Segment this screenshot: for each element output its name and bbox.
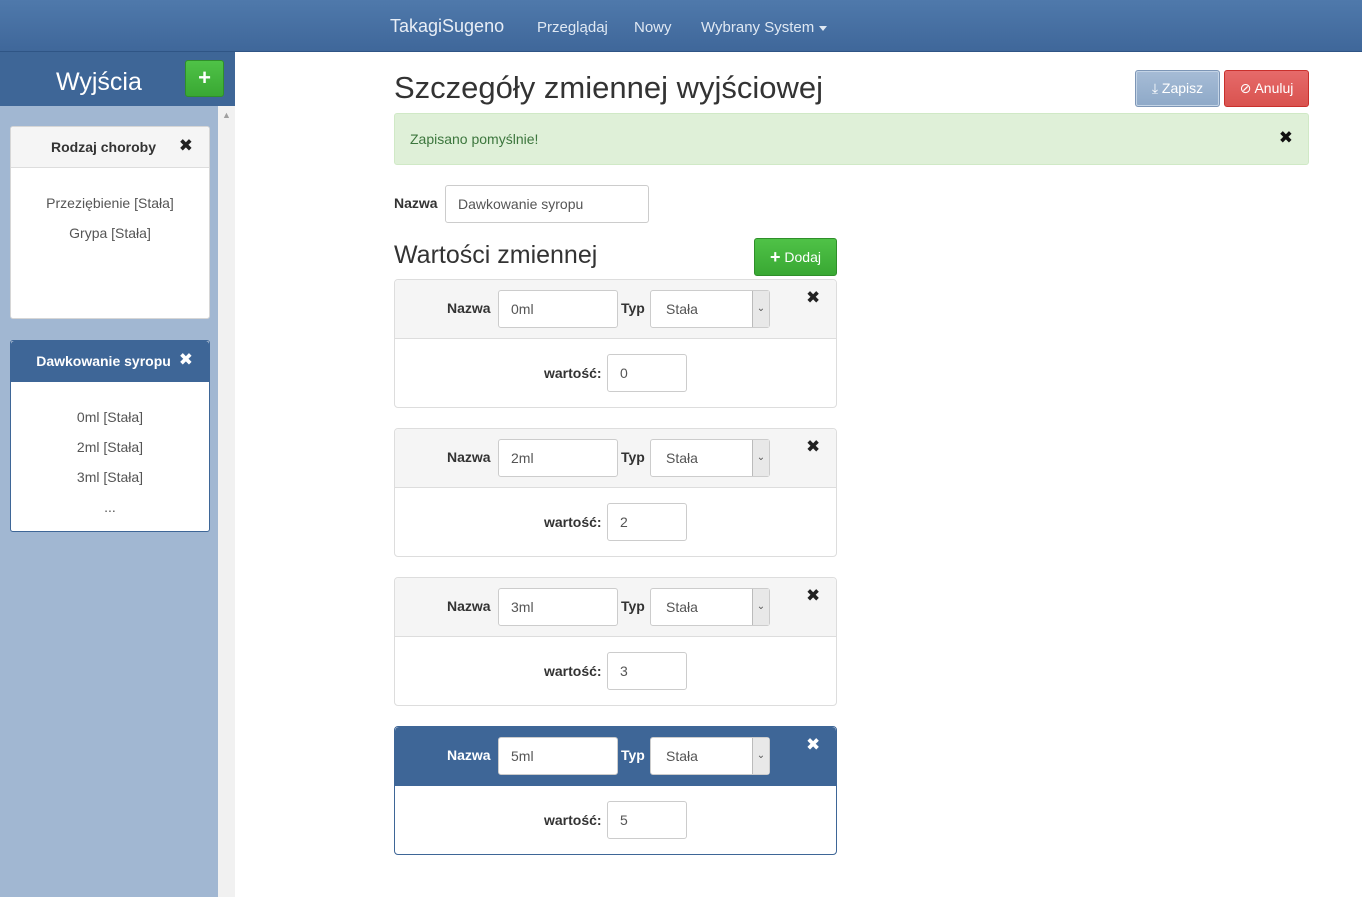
panel-header: Nazwa 5ml Typ Stała ⌄ ✖ bbox=[395, 727, 836, 786]
download-icon: ⤓ bbox=[1151, 80, 1159, 96]
page-title: Szczegóły zmiennej wyjściowej bbox=[394, 70, 823, 105]
name-label: Nazwa bbox=[394, 195, 438, 211]
nav-dropdown-system[interactable]: Wybrany System bbox=[701, 19, 828, 36]
name-label: Nazwa bbox=[447, 300, 491, 316]
nav-link-new[interactable]: Nowy bbox=[634, 19, 672, 36]
type-select-value: Stała bbox=[666, 748, 698, 764]
panel-header: Nazwa 0ml Typ Stała ⌄ ✖ bbox=[395, 280, 836, 339]
close-icon[interactable]: ✖ bbox=[806, 586, 820, 606]
name-label: Nazwa bbox=[447, 449, 491, 465]
close-icon[interactable]: ✖ bbox=[806, 735, 820, 755]
value-label: wartość: bbox=[544, 514, 602, 530]
panel-header: Nazwa 3ml Typ Stała ⌄ ✖ bbox=[395, 578, 836, 637]
nav-link-browse[interactable]: Przeglądaj bbox=[537, 19, 608, 36]
add-output-button[interactable]: + bbox=[185, 60, 224, 97]
close-icon[interactable]: ✖ bbox=[806, 437, 820, 457]
sidebar-title: Wyjścia bbox=[56, 68, 142, 96]
value-input[interactable]: 5 bbox=[607, 801, 687, 839]
type-select[interactable]: Stała ⌄ bbox=[650, 290, 770, 328]
name-label: Nazwa bbox=[447, 598, 491, 614]
value-label: wartość: bbox=[544, 365, 602, 381]
close-icon[interactable]: ✖ bbox=[806, 288, 820, 308]
output-card-dawkowanie-syropu[interactable]: Dawkowanie syropu ✖ 0ml [Stała] 2ml [Sta… bbox=[10, 340, 210, 532]
add-value-label: Dodaj bbox=[784, 249, 821, 265]
value-input[interactable]: 2 bbox=[607, 503, 687, 541]
type-select[interactable]: Stała ⌄ bbox=[650, 737, 770, 775]
variable-name-input[interactable]: Dawkowanie syropu bbox=[445, 185, 649, 223]
value-name-input[interactable]: 0ml bbox=[498, 290, 618, 328]
chevron-down-icon[interactable]: ⌄ bbox=[752, 291, 769, 327]
list-item[interactable]: 0ml [Stała] bbox=[11, 402, 209, 432]
value-name-input[interactable]: 5ml bbox=[498, 737, 618, 775]
plus-icon: + bbox=[770, 247, 781, 267]
type-label: Typ bbox=[621, 598, 645, 614]
close-icon[interactable]: ✖ bbox=[179, 136, 193, 156]
value-name-input[interactable]: 2ml bbox=[498, 439, 618, 477]
sidebar-scrollbar[interactable]: ▲ bbox=[218, 106, 235, 897]
chevron-down-icon[interactable]: ⌄ bbox=[752, 738, 769, 774]
card-header: Rodzaj choroby ✖ bbox=[11, 127, 209, 168]
success-alert: Zapisano pomyślnie! ✖ bbox=[394, 113, 1309, 165]
navbar: TakagiSugeno Przeglądaj Nowy Wybrany Sys… bbox=[0, 0, 1362, 52]
cancel-button[interactable]: ⊘ Anuluj bbox=[1224, 70, 1309, 107]
caret-down-icon bbox=[819, 25, 828, 31]
list-item[interactable]: 2ml [Stała] bbox=[11, 432, 209, 462]
save-button[interactable]: ⤓ Zapisz bbox=[1135, 70, 1220, 107]
value-panel-3[interactable]: Nazwa 5ml Typ Stała ⌄ ✖ wartość: 5 bbox=[394, 726, 837, 855]
list-item[interactable]: Przeziębienie [Stała] bbox=[11, 188, 209, 218]
add-value-button[interactable]: + Dodaj bbox=[754, 238, 837, 276]
type-select-value: Stała bbox=[666, 450, 698, 466]
type-select-value: Stała bbox=[666, 599, 698, 615]
type-select[interactable]: Stała ⌄ bbox=[650, 588, 770, 626]
sidebar-header: Wyjścia + bbox=[0, 52, 235, 106]
list-item[interactable]: Grypa [Stała] bbox=[11, 218, 209, 248]
value-panel-0[interactable]: Nazwa 0ml Typ Stała ⌄ ✖ wartość: 0 bbox=[394, 279, 837, 408]
values-section-title: Wartości zmiennej bbox=[394, 241, 598, 269]
nav-dropdown-label: Wybrany System bbox=[701, 19, 815, 36]
value-name-input[interactable]: 3ml bbox=[498, 588, 618, 626]
value-panel-2[interactable]: Nazwa 3ml Typ Stała ⌄ ✖ wartość: 3 bbox=[394, 577, 837, 706]
chevron-down-icon[interactable]: ⌄ bbox=[752, 589, 769, 625]
plus-icon: + bbox=[198, 65, 211, 90]
type-label: Typ bbox=[621, 300, 645, 316]
card-body: Przeziębienie [Stała] Grypa [Stała] bbox=[11, 168, 209, 248]
output-card-rodzaj-choroby[interactable]: Rodzaj choroby ✖ Przeziębienie [Stała] G… bbox=[10, 126, 210, 319]
type-label: Typ bbox=[621, 449, 645, 465]
type-select[interactable]: Stała ⌄ bbox=[650, 439, 770, 477]
list-item[interactable]: ... bbox=[11, 492, 209, 522]
card-title: Dawkowanie syropu bbox=[36, 353, 171, 369]
card-body: 0ml [Stała] 2ml [Stała] 3ml [Stała] ... bbox=[11, 382, 209, 522]
value-input[interactable]: 0 bbox=[607, 354, 687, 392]
type-label: Typ bbox=[621, 747, 645, 763]
panel-header: Nazwa 2ml Typ Stała ⌄ ✖ bbox=[395, 429, 836, 488]
value-label: wartość: bbox=[544, 812, 602, 828]
type-select-value: Stała bbox=[666, 301, 698, 317]
value-input[interactable]: 3 bbox=[607, 652, 687, 690]
alert-text: Zapisano pomyślnie! bbox=[410, 131, 539, 147]
chevron-down-icon[interactable]: ⌄ bbox=[752, 440, 769, 476]
card-title: Rodzaj choroby bbox=[50, 139, 156, 155]
sidebar: Wyjścia + ▲ Rodzaj choroby ✖ Przeziębien… bbox=[0, 52, 235, 897]
scroll-up-arrow-icon[interactable]: ▲ bbox=[222, 110, 231, 120]
list-item[interactable]: 3ml [Stała] bbox=[11, 462, 209, 492]
cancel-button-label: Anuluj bbox=[1254, 80, 1294, 96]
value-panel-1[interactable]: Nazwa 2ml Typ Stała ⌄ ✖ wartość: 2 bbox=[394, 428, 837, 557]
ban-icon: ⊘ bbox=[1239, 80, 1252, 96]
name-label: Nazwa bbox=[447, 747, 491, 763]
close-icon[interactable]: ✖ bbox=[1279, 128, 1293, 148]
brand[interactable]: TakagiSugeno bbox=[390, 16, 504, 37]
close-icon[interactable]: ✖ bbox=[179, 350, 193, 370]
save-button-label: Zapisz bbox=[1161, 80, 1204, 96]
card-header: Dawkowanie syropu ✖ bbox=[11, 341, 209, 382]
value-label: wartość: bbox=[544, 663, 602, 679]
